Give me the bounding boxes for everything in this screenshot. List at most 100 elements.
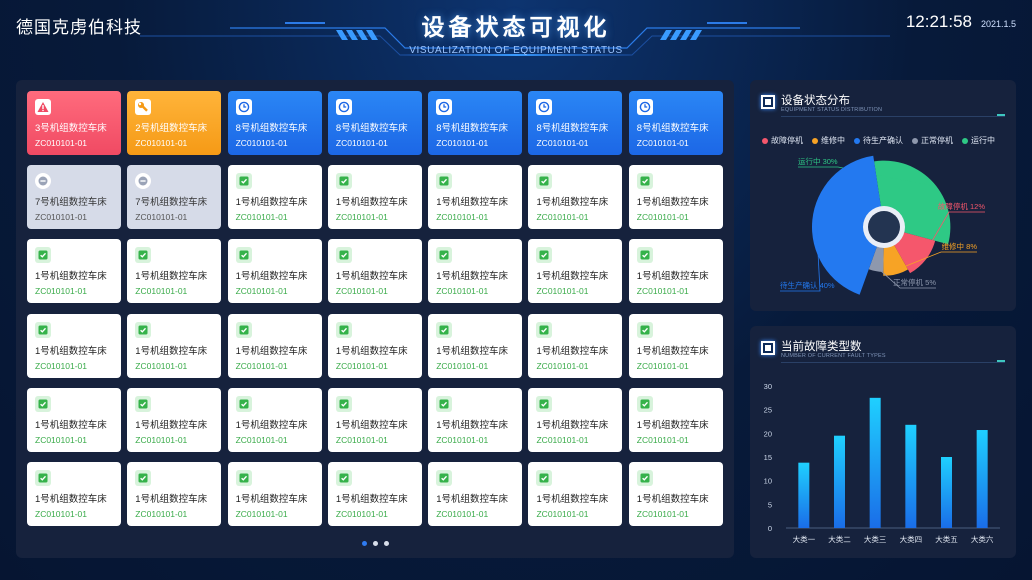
clock-icon <box>335 99 352 115</box>
equipment-code: ZC010101-01 <box>335 138 388 148</box>
equipment-code: ZC010101-01 <box>135 286 188 297</box>
equipment-name: 7号机组数控车床 <box>135 197 208 209</box>
equipment-card[interactable]: 1号机组数控车床 ZC010101-01 <box>428 313 523 378</box>
equipment-code: ZC010101-01 <box>135 138 188 148</box>
x-tick-label: 大类一 <box>793 534 816 544</box>
check-icon <box>636 395 653 412</box>
check-icon <box>35 247 51 264</box>
equipment-card[interactable]: 1号机组数控车床 ZC010101-01 <box>127 461 222 526</box>
equipment-card[interactable]: 1号机组数控车床 ZC010101-01 <box>528 313 623 378</box>
equipment-name: 1号机组数控车床 <box>436 197 508 209</box>
equipment-name: 8号机组数控车床 <box>636 123 709 134</box>
bar[interactable] <box>976 430 988 528</box>
equipment-card[interactable]: 8号机组数控车床 ZC010101-01 <box>428 91 523 155</box>
bar[interactable] <box>834 435 845 528</box>
equipment-name: 1号机组数控车床 <box>636 345 709 357</box>
equipment-code: ZC010101-01 <box>436 286 489 297</box>
check-icon <box>135 247 152 264</box>
equipment-card[interactable]: 7号机组数控车床 ZC010101-01 <box>27 165 121 230</box>
equipment-card[interactable]: 1号机组数控车床 ZC010101-01 <box>628 461 723 526</box>
equipment-card[interactable]: 1号机组数控车床 ZC010101-01 <box>27 239 121 304</box>
check-icon <box>436 469 453 486</box>
bar[interactable] <box>798 462 810 528</box>
pagination-dot[interactable] <box>372 541 378 546</box>
equipment-name: 1号机组数控车床 <box>35 493 107 505</box>
equipment-card[interactable]: 1号机组数控车床 ZC010101-01 <box>628 387 723 452</box>
equipment-name: 1号机组数控车床 <box>536 419 609 431</box>
equipment-card[interactable]: 1号机组数控车床 ZC010101-01 <box>628 239 723 304</box>
equipment-code: ZC010101-01 <box>35 138 87 148</box>
y-tick-label: 30 <box>764 382 772 391</box>
equipment-name: 1号机组数控车床 <box>536 197 609 209</box>
bar[interactable] <box>941 457 952 528</box>
equipment-card[interactable]: 3号机组数控车床 ZC010101-01 <box>27 91 121 155</box>
equipment-card[interactable]: 1号机组数控车床 ZC010101-01 <box>428 387 523 452</box>
equipment-code: ZC010101-01 <box>235 434 288 445</box>
pagination-dot[interactable] <box>383 541 389 546</box>
check-icon <box>536 469 553 486</box>
equipment-card[interactable]: 1号机组数控车床 ZC010101-01 <box>628 165 723 230</box>
check-icon <box>436 395 453 412</box>
check-icon <box>636 247 653 264</box>
equipment-card[interactable]: 1号机组数控车床 ZC010101-01 <box>528 165 623 230</box>
x-tick-label: 大类二 <box>828 534 851 544</box>
equipment-card[interactable]: 1号机组数控车床 ZC010101-01 <box>327 387 422 452</box>
equipment-card[interactable]: 1号机组数控车床 ZC010101-01 <box>127 313 222 378</box>
pie-slice-label: 故障停机 12% <box>938 201 985 211</box>
equipment-card[interactable]: 1号机组数控车床 ZC010101-01 <box>227 387 322 452</box>
equipment-card[interactable]: 1号机组数控车床 ZC010101-01 <box>428 239 523 304</box>
equipment-card[interactable]: 1号机组数控车床 ZC010101-01 <box>327 239 422 304</box>
fault-types-panel: 当前故障类型数 NUMBER OF CURRENT FAULT TYPES 05… <box>750 326 1016 558</box>
fault-bar-chart: 0 5 10 15 20 25 30 大类一 大类二 大类三 大类四 大类五 大类六 <box>764 382 1000 544</box>
equipment-code: ZC010101-01 <box>135 508 188 519</box>
equipment-name: 1号机组数控车床 <box>536 271 609 283</box>
equipment-name: 1号机组数控车床 <box>536 493 609 505</box>
equipment-code: ZC010101-01 <box>536 434 589 445</box>
equipment-code: ZC010101-01 <box>536 508 589 519</box>
check-icon <box>335 395 352 412</box>
equipment-card[interactable]: 1号机组数控车床 ZC010101-01 <box>428 165 523 230</box>
equipment-card[interactable]: 1号机组数控车床 ZC010101-01 <box>27 461 121 526</box>
equipment-card[interactable]: 1号机组数控车床 ZC010101-01 <box>528 387 623 452</box>
equipment-card[interactable]: 1号机组数控车床 ZC010101-01 <box>528 239 623 304</box>
equipment-card[interactable]: 8号机组数控车床 ZC010101-01 <box>327 91 422 155</box>
check-icon <box>436 173 453 190</box>
equipment-card[interactable]: 1号机组数控车床 ZC010101-01 <box>327 165 422 230</box>
equipment-code: ZC010101-01 <box>235 508 288 519</box>
equipment-card[interactable]: 1号机组数控车床 ZC010101-01 <box>227 461 322 526</box>
equipment-name: 1号机组数控车床 <box>35 345 107 357</box>
equipment-code: ZC010101-01 <box>436 138 489 148</box>
bar[interactable] <box>905 424 917 528</box>
equipment-card[interactable]: 8号机组数控车床 ZC010101-01 <box>628 91 723 155</box>
equipment-card[interactable]: 1号机组数控车床 ZC010101-01 <box>227 239 322 304</box>
equipment-card[interactable]: 1号机组数控车床 ZC010101-01 <box>327 461 422 526</box>
page-title: 设备状态可视化 <box>421 14 611 40</box>
equipment-card[interactable]: 8号机组数控车床 ZC010101-01 <box>227 91 322 155</box>
equipment-card[interactable]: 1号机组数控车床 ZC010101-01 <box>127 387 222 452</box>
equipment-card[interactable]: 1号机组数控车床 ZC010101-01 <box>628 313 723 378</box>
equipment-card[interactable]: 7号机组数控车床 ZC010101-01 <box>127 165 222 230</box>
equipment-name: 8号机组数控车床 <box>436 123 508 134</box>
equipment-card[interactable]: 2号机组数控车床 ZC010101-01 <box>127 91 222 155</box>
equipment-card[interactable]: 8号机组数控车床 ZC010101-01 <box>528 91 623 155</box>
equipment-card[interactable]: 1号机组数控车床 ZC010101-01 <box>528 461 623 526</box>
equipment-card[interactable]: 1号机组数控车床 ZC010101-01 <box>27 313 121 378</box>
equipment-card[interactable]: 1号机组数控车床 ZC010101-01 <box>227 165 322 230</box>
warning-icon <box>35 99 51 115</box>
clock-icon <box>536 99 553 115</box>
equipment-code: ZC010101-01 <box>536 360 589 371</box>
equipment-code: ZC010101-01 <box>335 434 388 445</box>
pagination-dot[interactable] <box>361 541 367 546</box>
equipment-card[interactable]: 1号机组数控车床 ZC010101-01 <box>327 313 422 378</box>
bar[interactable] <box>869 397 881 528</box>
equipment-card[interactable]: 1号机组数控车床 ZC010101-01 <box>27 387 121 452</box>
status-rose-chart: 运行中 30% 故障停机 12% 维修中 8% 正常停机 5% 待生产确认 40% <box>780 155 985 295</box>
equipment-card[interactable]: 1号机组数控车床 ZC010101-01 <box>127 239 222 304</box>
y-tick-label: 5 <box>768 500 772 509</box>
equipment-code: ZC010101-01 <box>235 360 288 371</box>
equipment-card[interactable]: 1号机组数控车床 ZC010101-01 <box>428 461 523 526</box>
equipment-code: ZC010101-01 <box>636 138 689 148</box>
x-tick-label: 大类三 <box>864 534 887 544</box>
equipment-card[interactable]: 1号机组数控车床 ZC010101-01 <box>227 313 322 378</box>
equipment-name: 1号机组数控车床 <box>536 345 609 357</box>
